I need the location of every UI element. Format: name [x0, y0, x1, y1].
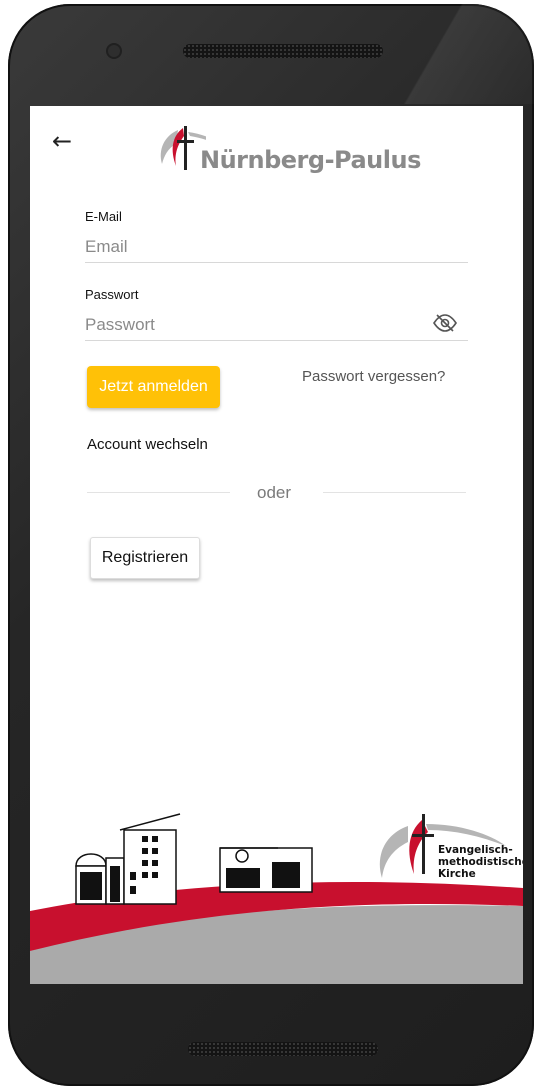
back-arrow-icon[interactable]: ← — [52, 128, 78, 154]
logo-text: Nürnberg-Paulus — [200, 146, 421, 174]
church-name: Evangelisch- methodistische Kirche — [438, 844, 523, 880]
footer-illustration — [30, 813, 523, 984]
church-name-line2: methodistische — [438, 856, 523, 868]
email-input[interactable] — [85, 232, 468, 263]
eye-slash-icon[interactable] — [432, 312, 458, 334]
app-screen: ← Nürnberg-Paulus E-Mail Passwort Jetzt … — [30, 106, 523, 984]
phone-gloss — [374, 4, 534, 104]
church-logo: Nürnberg-Paulus — [156, 122, 421, 182]
password-label: Passwort — [85, 287, 139, 302]
divider-left — [87, 492, 230, 493]
register-button[interactable]: Registrieren — [90, 537, 200, 579]
divider-right — [323, 492, 466, 493]
flame-cross-icon — [160, 126, 226, 170]
or-divider-text: oder — [257, 483, 292, 502]
front-camera — [108, 45, 120, 57]
bottom-speaker — [188, 1042, 378, 1056]
top-speaker — [183, 44, 383, 58]
switch-account-link[interactable]: Account wechseln — [87, 436, 208, 453]
church-name-line3: Kirche — [438, 868, 476, 880]
forgot-password-link[interactable]: Passwort vergessen? — [302, 368, 445, 385]
email-label: E-Mail — [85, 209, 122, 224]
login-button[interactable]: Jetzt anmelden — [87, 366, 220, 408]
church-name-line1: Evangelisch- — [438, 844, 513, 856]
password-input[interactable] — [85, 310, 468, 341]
